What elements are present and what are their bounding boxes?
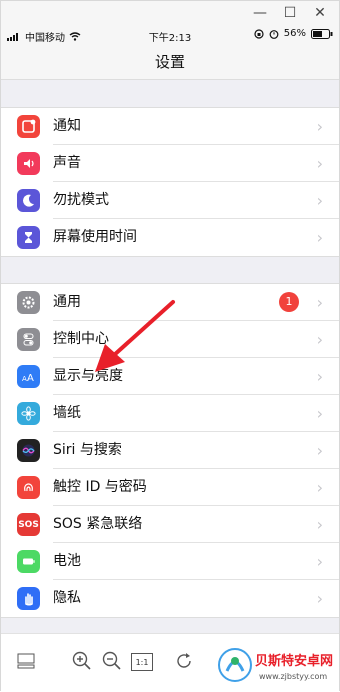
chevron-right-icon: › [316,191,323,210]
watermark-logo: 贝斯特安卓网 www.zjbstyy.com [218,648,333,682]
settings-row-label: 通用 [53,294,81,310]
chevron-right-icon: › [316,330,323,349]
chevron-right-icon: › [316,293,323,312]
chevron-right-icon: › [316,228,323,247]
chevron-right-icon: › [316,441,323,460]
chevron-right-icon: › [316,589,323,608]
settings-row-b-5[interactable]: 触控 ID 与密码 › [1,469,339,506]
maximize-button[interactable]: ☐ [281,4,299,22]
settings-row-label: 触控 ID 与密码 [53,479,147,495]
chevron-right-icon: › [316,515,323,534]
battery-percent: 56% [283,28,306,39]
rotate-icon [177,653,191,668]
settings-row-b-2[interactable]: A A 显示与亮度 › [1,358,339,395]
zoom-out-button[interactable] [101,650,123,672]
battery-icon [17,550,40,573]
settings-row-label: SOS 紧急联络 [53,516,143,532]
settings-group-1: 通知 › 声音 › 勿扰模式 › 屏幕使用时间 › [1,107,339,257]
zoom-in-button[interactable] [71,650,93,672]
settings-row-label: 声音 [53,155,81,171]
settings-row-a-1[interactable]: 声音 › [1,145,339,182]
settings-row-b-4[interactable]: Siri 与搜索 › [1,432,339,469]
rotate-button[interactable] [173,650,195,672]
chevron-right-icon: › [316,154,323,173]
settings-group-2: 通用 1 › 控制中心 › A A 显示与亮度 › 墙纸 › Siri 与搜索 › 触控 ID 与密码 › S… [1,283,339,618]
notification-badge: 1 [279,292,299,312]
gear-icon [17,291,40,314]
svg-text:A: A [27,373,34,384]
sos-icon-label: SOS [18,519,39,530]
actual-size-button[interactable]: 1:1 [131,653,153,671]
moon-icon [17,189,40,212]
settings-row-label: 屏幕使用时间 [53,229,137,245]
status-bar: 中国移动 下午2:13 56% [1,25,339,47]
window-titlebar: — ☐ ✕ [1,1,339,25]
minimize-button[interactable]: — [251,4,269,22]
settings-row-b-6[interactable]: SOS SOS 紧急联络 › [1,506,339,543]
page-title: 设置 [1,47,339,80]
layout-icon [17,653,35,669]
toggles-icon [17,328,40,351]
zoom-in-icon [72,651,91,670]
fingerprint-icon [17,476,40,499]
settings-row-b-8[interactable]: 隐私 › [1,580,339,617]
zoom-out-icon [102,651,121,670]
settings-row-label: 通知 [53,118,81,134]
battery-icon [311,28,333,39]
settings-row-label: 勿扰模式 [53,192,109,208]
chevron-right-icon: › [316,367,323,386]
chevron-right-icon: › [316,117,323,136]
settings-row-b-7[interactable]: 电池 › [1,543,339,580]
settings-row-b-1[interactable]: 控制中心 › [1,321,339,358]
close-button[interactable]: ✕ [311,4,329,22]
settings-row-label: 电池 [53,553,81,569]
settings-row-a-3[interactable]: 屏幕使用时间 › [1,219,339,256]
settings-row-label: Siri 与搜索 [53,442,122,458]
notification-icon [17,115,40,138]
hand-icon [17,587,40,610]
text-size-icon: AA [17,365,40,388]
settings-row-a-0[interactable]: 通知 › [1,108,339,145]
settings-row-label: 隐私 [53,590,81,606]
chevron-right-icon: › [316,404,323,423]
alarm-icon [269,29,279,39]
settings-row-b-0[interactable]: 通用 1 › [1,284,339,321]
settings-row-label: 显示与亮度 [53,368,123,384]
settings-row-label: 墙纸 [53,405,81,421]
sound-icon [17,152,40,175]
watermark-title: 贝斯特安卓网 [255,653,333,669]
settings-row-label: 控制中心 [53,331,109,347]
watermark-url: www.zjbstyy.com [259,672,327,681]
settings-row-a-2[interactable]: 勿扰模式 › [1,182,339,219]
siri-icon [17,439,40,462]
hourglass-icon [17,226,40,249]
layout-button[interactable] [15,650,37,672]
chevron-right-icon: › [316,552,323,571]
chevron-right-icon: › [316,478,323,497]
flower-icon [17,402,40,425]
sos-icon: SOS [17,513,40,536]
settings-row-b-3[interactable]: 墙纸 › [1,395,339,432]
phone-window: — ☐ ✕ 中国移动 下午2:13 56% 设置 通知 › 声音 › 勿扰模式 › 屏幕使用… [0,0,340,692]
orientation-lock-icon [254,28,264,39]
